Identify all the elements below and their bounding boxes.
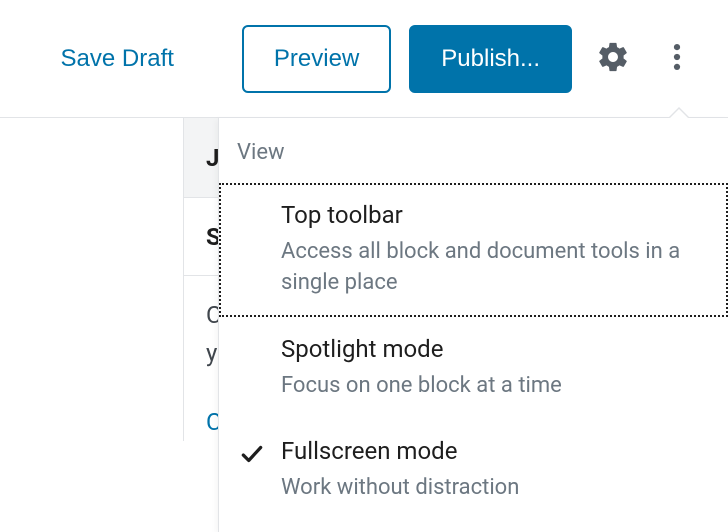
menu-item-spotlight-mode[interactable]: Spotlight mode Focus on one block at a t… [219, 317, 728, 420]
menu-item-description: Focus on one block at a time [281, 371, 708, 402]
check-icon [239, 441, 265, 467]
publish-button[interactable]: Publish... [409, 25, 572, 93]
menu-item-fullscreen-mode[interactable]: Fullscreen mode Work without distraction [219, 419, 728, 522]
more-vertical-icon [660, 40, 694, 77]
preview-button[interactable]: Preview [242, 25, 391, 93]
menu-item-title: Fullscreen mode [281, 437, 708, 465]
more-options-button[interactable] [654, 36, 700, 82]
menu-item-title: Top toolbar [281, 201, 708, 229]
menu-item-title: Spotlight mode [281, 335, 708, 363]
gear-icon [596, 40, 630, 77]
settings-button[interactable] [590, 36, 636, 82]
menu-section-label: View [219, 136, 728, 183]
menu-item-top-toolbar[interactable]: Top toolbar Access all block and documen… [219, 183, 728, 317]
editor-toolbar: Save Draft Preview Publish... [0, 0, 728, 118]
more-options-menu: View Top toolbar Access all block and do… [218, 118, 728, 532]
menu-item-description: Access all block and document tools in a… [281, 237, 708, 299]
menu-item-description: Work without distraction [281, 473, 708, 504]
save-draft-button[interactable]: Save Draft [53, 35, 182, 83]
